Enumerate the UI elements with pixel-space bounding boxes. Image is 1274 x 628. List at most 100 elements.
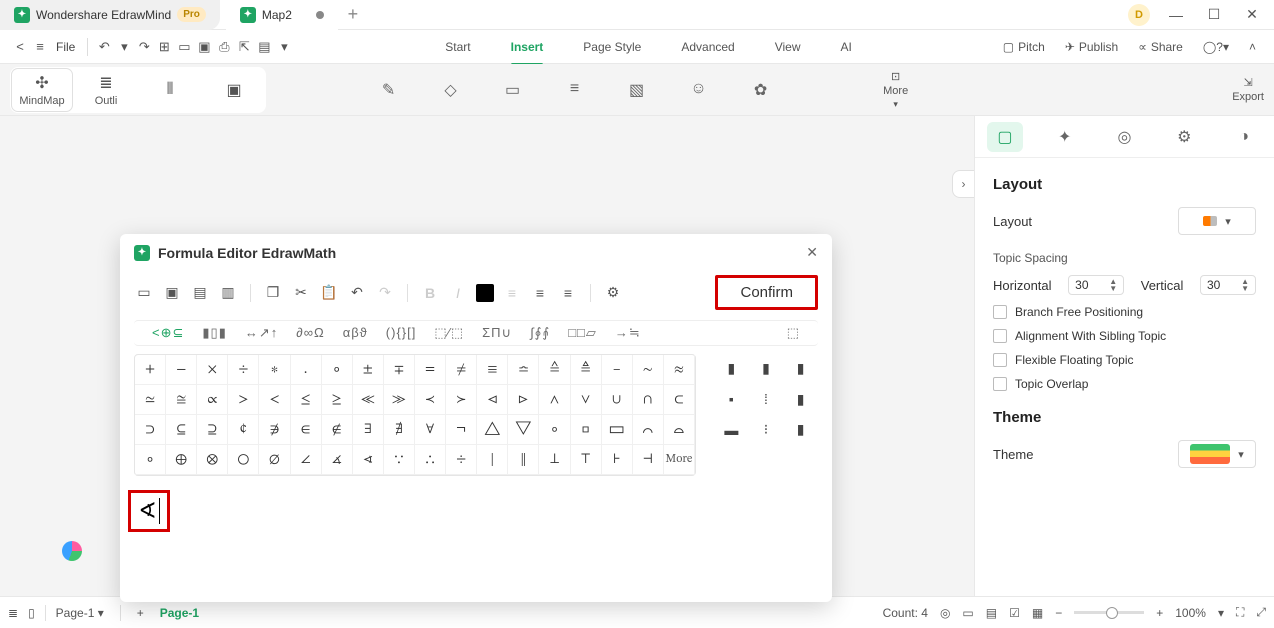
symbol-side-cell[interactable]: ⁞ <box>749 385 784 415</box>
symbol-cell[interactable]: ≜ <box>571 355 602 385</box>
symbol-cell[interactable]: ∨ <box>571 385 602 415</box>
symbol-cell[interactable]: ≏ <box>508 355 539 385</box>
symbol-cell[interactable]: < <box>259 385 290 415</box>
symbol-cell[interactable]: ∘ <box>135 445 166 475</box>
zoom-in-button[interactable]: + <box>1156 606 1163 620</box>
symbol-cell[interactable]: ‖ <box>508 445 539 475</box>
theme-select[interactable]: ▾ <box>1178 440 1256 468</box>
sp-tab-settings[interactable]: ⚙ <box>1166 122 1202 152</box>
new-tab-button[interactable]: + <box>338 4 368 25</box>
opt-alignment[interactable]: Alignment With Sibling Topic <box>993 329 1256 343</box>
tag-icon[interactable]: ◇ <box>441 80 461 100</box>
modal-close-button[interactable]: ✕ <box>806 244 818 261</box>
symbol-side-cell[interactable]: ▮ <box>783 354 818 384</box>
horizontal-input[interactable]: 30▲▼ <box>1068 275 1124 295</box>
tb-save-icon[interactable]: ▤ <box>190 284 210 301</box>
cat-blocks[interactable]: ▮▯▮ <box>202 325 226 341</box>
collapse-ribbon-button[interactable]: ˄ <box>1249 40 1256 54</box>
symbol-cell[interactable]: ≻ <box>446 385 477 415</box>
view-mode-4-button[interactable]: ▣ <box>204 69 264 111</box>
symbol-cell[interactable]: ∘ <box>539 415 570 445</box>
symbol-cell[interactable]: ⊥ <box>539 445 570 475</box>
symbol-cell[interactable]: ∧ <box>539 385 570 415</box>
symbol-cell[interactable]: ± <box>353 355 384 385</box>
zoom-out-button[interactable]: − <box>1055 606 1062 620</box>
page-select[interactable]: Page-1 ▾ <box>56 606 104 620</box>
symbol-cell[interactable]: ≡ <box>477 355 508 385</box>
symbol-cell[interactable]: More <box>664 445 695 475</box>
symbol-cell[interactable]: ∃ <box>353 415 384 445</box>
symbol-cell[interactable]: ⊆ <box>166 415 197 445</box>
symbol-cell[interactable]: ∅ <box>259 445 290 475</box>
symbol-cell[interactable]: ⊣ <box>633 445 664 475</box>
window-close-button[interactable]: ✕ <box>1240 6 1264 23</box>
symbol-cell[interactable]: ∠ <box>291 445 322 475</box>
tb-open-icon[interactable]: ▣ <box>162 284 182 301</box>
share-button[interactable]: ∝ Share <box>1138 40 1183 54</box>
symbol-cell[interactable]: ≥ <box>322 385 353 415</box>
symbol-side-cell[interactable]: ▪ <box>714 385 749 415</box>
symbol-cell[interactable]: ▭ <box>602 415 633 445</box>
tab-page-style[interactable]: Page Style <box>583 34 641 60</box>
sidepanel-collapse-button[interactable]: › <box>952 170 974 198</box>
symbol-cell[interactable]: ⊂ <box>664 385 695 415</box>
document-tab[interactable]: ✦ Map2 <box>226 0 338 30</box>
symbol-cell[interactable]: × <box>197 355 228 385</box>
sb-icon-5[interactable]: ▤ <box>986 606 997 620</box>
cat-greek[interactable]: αβϑ <box>343 325 368 341</box>
symbol-cell[interactable]: ∼ <box>633 355 664 385</box>
symbol-cell[interactable]: ≤ <box>291 385 322 415</box>
symbol-cell[interactable]: ≙ <box>539 355 570 385</box>
cat-calculus[interactable]: ∂∞Ω <box>296 325 324 341</box>
tb-italic-icon[interactable]: I <box>448 285 468 301</box>
symbol-cell[interactable]: ⊳ <box>508 385 539 415</box>
undo-icon[interactable]: ↶ <box>94 39 114 55</box>
view-outline-button[interactable]: ≣Outli <box>76 69 136 111</box>
tab-insert[interactable]: Insert <box>511 34 544 60</box>
sb-icon-6[interactable]: ☑ <box>1009 606 1020 620</box>
symbol-cell[interactable]: ∴ <box>415 445 446 475</box>
symbol-cell[interactable]: ¢ <box>228 415 259 445</box>
symbol-cell[interactable]: ≠ <box>446 355 477 385</box>
image-icon[interactable]: ▧ <box>627 80 647 100</box>
sp-tab-style[interactable]: ✦ <box>1047 122 1083 152</box>
symbol-cell[interactable]: ∓ <box>384 355 415 385</box>
cat-fraction[interactable]: ⬚⁄⬚ <box>434 325 464 341</box>
sp-tab-history[interactable]: ◑ <box>1226 122 1262 152</box>
symbol-cell[interactable]: ∢ <box>353 445 384 475</box>
qa-icon-1[interactable]: ⊞ <box>154 39 174 55</box>
tb-cut-icon[interactable]: ✂ <box>291 284 311 301</box>
symbol-cell[interactable]: ○ <box>228 445 259 475</box>
symbol-cell[interactable]: ∌ <box>259 415 290 445</box>
symbol-cell[interactable]: ∝ <box>197 385 228 415</box>
cat-operators[interactable]: <⊕⊆ <box>152 325 184 341</box>
tb-settings-icon[interactable]: ⚙ <box>603 284 623 301</box>
symbol-cell[interactable]: ≫ <box>384 385 415 415</box>
tb-paste-icon[interactable]: 📋 <box>319 284 339 301</box>
symbol-cell[interactable]: ∪ <box>602 385 633 415</box>
tb-align-center-icon[interactable]: ≡ <box>530 285 550 301</box>
opt-flexible[interactable]: Flexible Floating Topic <box>993 353 1256 367</box>
view-mindmap-button[interactable]: ✣MindMap <box>12 69 72 111</box>
symbol-cell[interactable]: ▫ <box>571 415 602 445</box>
cat-integral[interactable]: ∫∮⨙ <box>530 325 550 341</box>
symbol-cell[interactable]: ∗ <box>259 355 290 385</box>
symbol-cell[interactable]: ⊕ <box>166 445 197 475</box>
symbol-cell[interactable]: ∀ <box>415 415 446 445</box>
qa-icon-2[interactable]: ▭ <box>174 39 194 55</box>
cat-shapes[interactable]: □□▱ <box>568 325 597 341</box>
qa-caret-icon[interactable]: ▾ <box>274 39 294 55</box>
pitch-button[interactable]: ▢ Pitch <box>1003 40 1045 54</box>
symbol-cell[interactable]: ÷ <box>228 355 259 385</box>
tab-view[interactable]: View <box>775 34 801 60</box>
sp-tab-icon[interactable]: ◎ <box>1106 122 1142 152</box>
opt-overlap[interactable]: Topic Overlap <box>993 377 1256 391</box>
symbol-side-cell[interactable]: ▮ <box>714 354 749 384</box>
sb-icon-3[interactable]: ◎ <box>940 606 950 620</box>
symbol-cell[interactable]: ⊇ <box>197 415 228 445</box>
help-button[interactable]: ◯?▾ <box>1203 40 1229 54</box>
symbol-side-cell[interactable] <box>749 446 784 476</box>
undo-caret-icon[interactable]: ▾ <box>114 39 134 55</box>
symbol-cell[interactable]: ▽ <box>508 415 539 445</box>
symbol-cell[interactable]: ⌓ <box>664 415 695 445</box>
